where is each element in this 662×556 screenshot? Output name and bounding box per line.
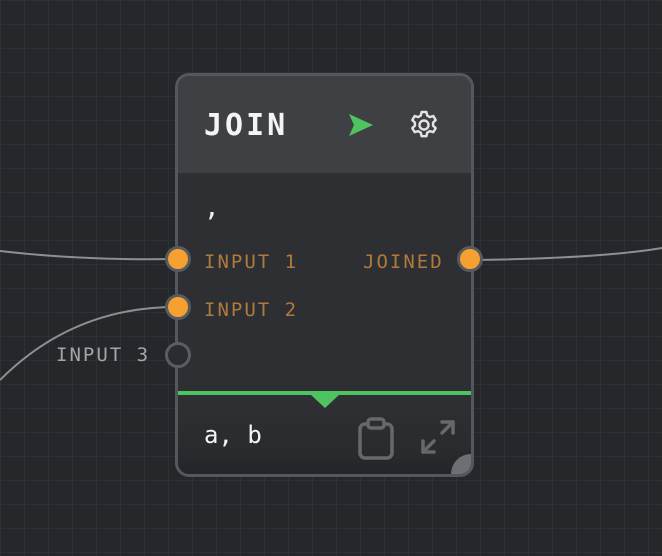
input-2-label: INPUT 2 — [204, 299, 299, 321]
join-node[interactable]: JOIN , INPUT 1 INPUT 2 JOINED a, b — [175, 73, 474, 477]
separator-value[interactable]: , — [204, 193, 220, 223]
gear-icon[interactable] — [408, 109, 440, 141]
node-title: JOIN — [204, 108, 289, 143]
output-value: a, b — [204, 421, 262, 449]
input-2-port[interactable] — [165, 294, 191, 320]
collapse-caret-icon[interactable] — [310, 394, 340, 408]
joined-output-label: JOINED — [363, 251, 444, 273]
expand-icon[interactable] — [418, 417, 458, 457]
input-1-port[interactable] — [165, 246, 191, 272]
node-header[interactable]: JOIN — [178, 76, 471, 173]
input-3-port[interactable] — [165, 342, 191, 368]
clipboard-icon[interactable] — [356, 417, 396, 461]
node-footer: a, b — [178, 391, 471, 474]
node-body: , INPUT 1 INPUT 2 JOINED — [178, 173, 471, 391]
send-arrow-icon[interactable] — [347, 111, 375, 139]
wire-to-input-1 — [0, 250, 177, 261]
input-3-label: INPUT 3 — [56, 344, 151, 366]
wire-from-joined — [469, 247, 662, 261]
joined-output-port[interactable] — [457, 246, 483, 272]
input-1-label: INPUT 1 — [204, 251, 299, 273]
